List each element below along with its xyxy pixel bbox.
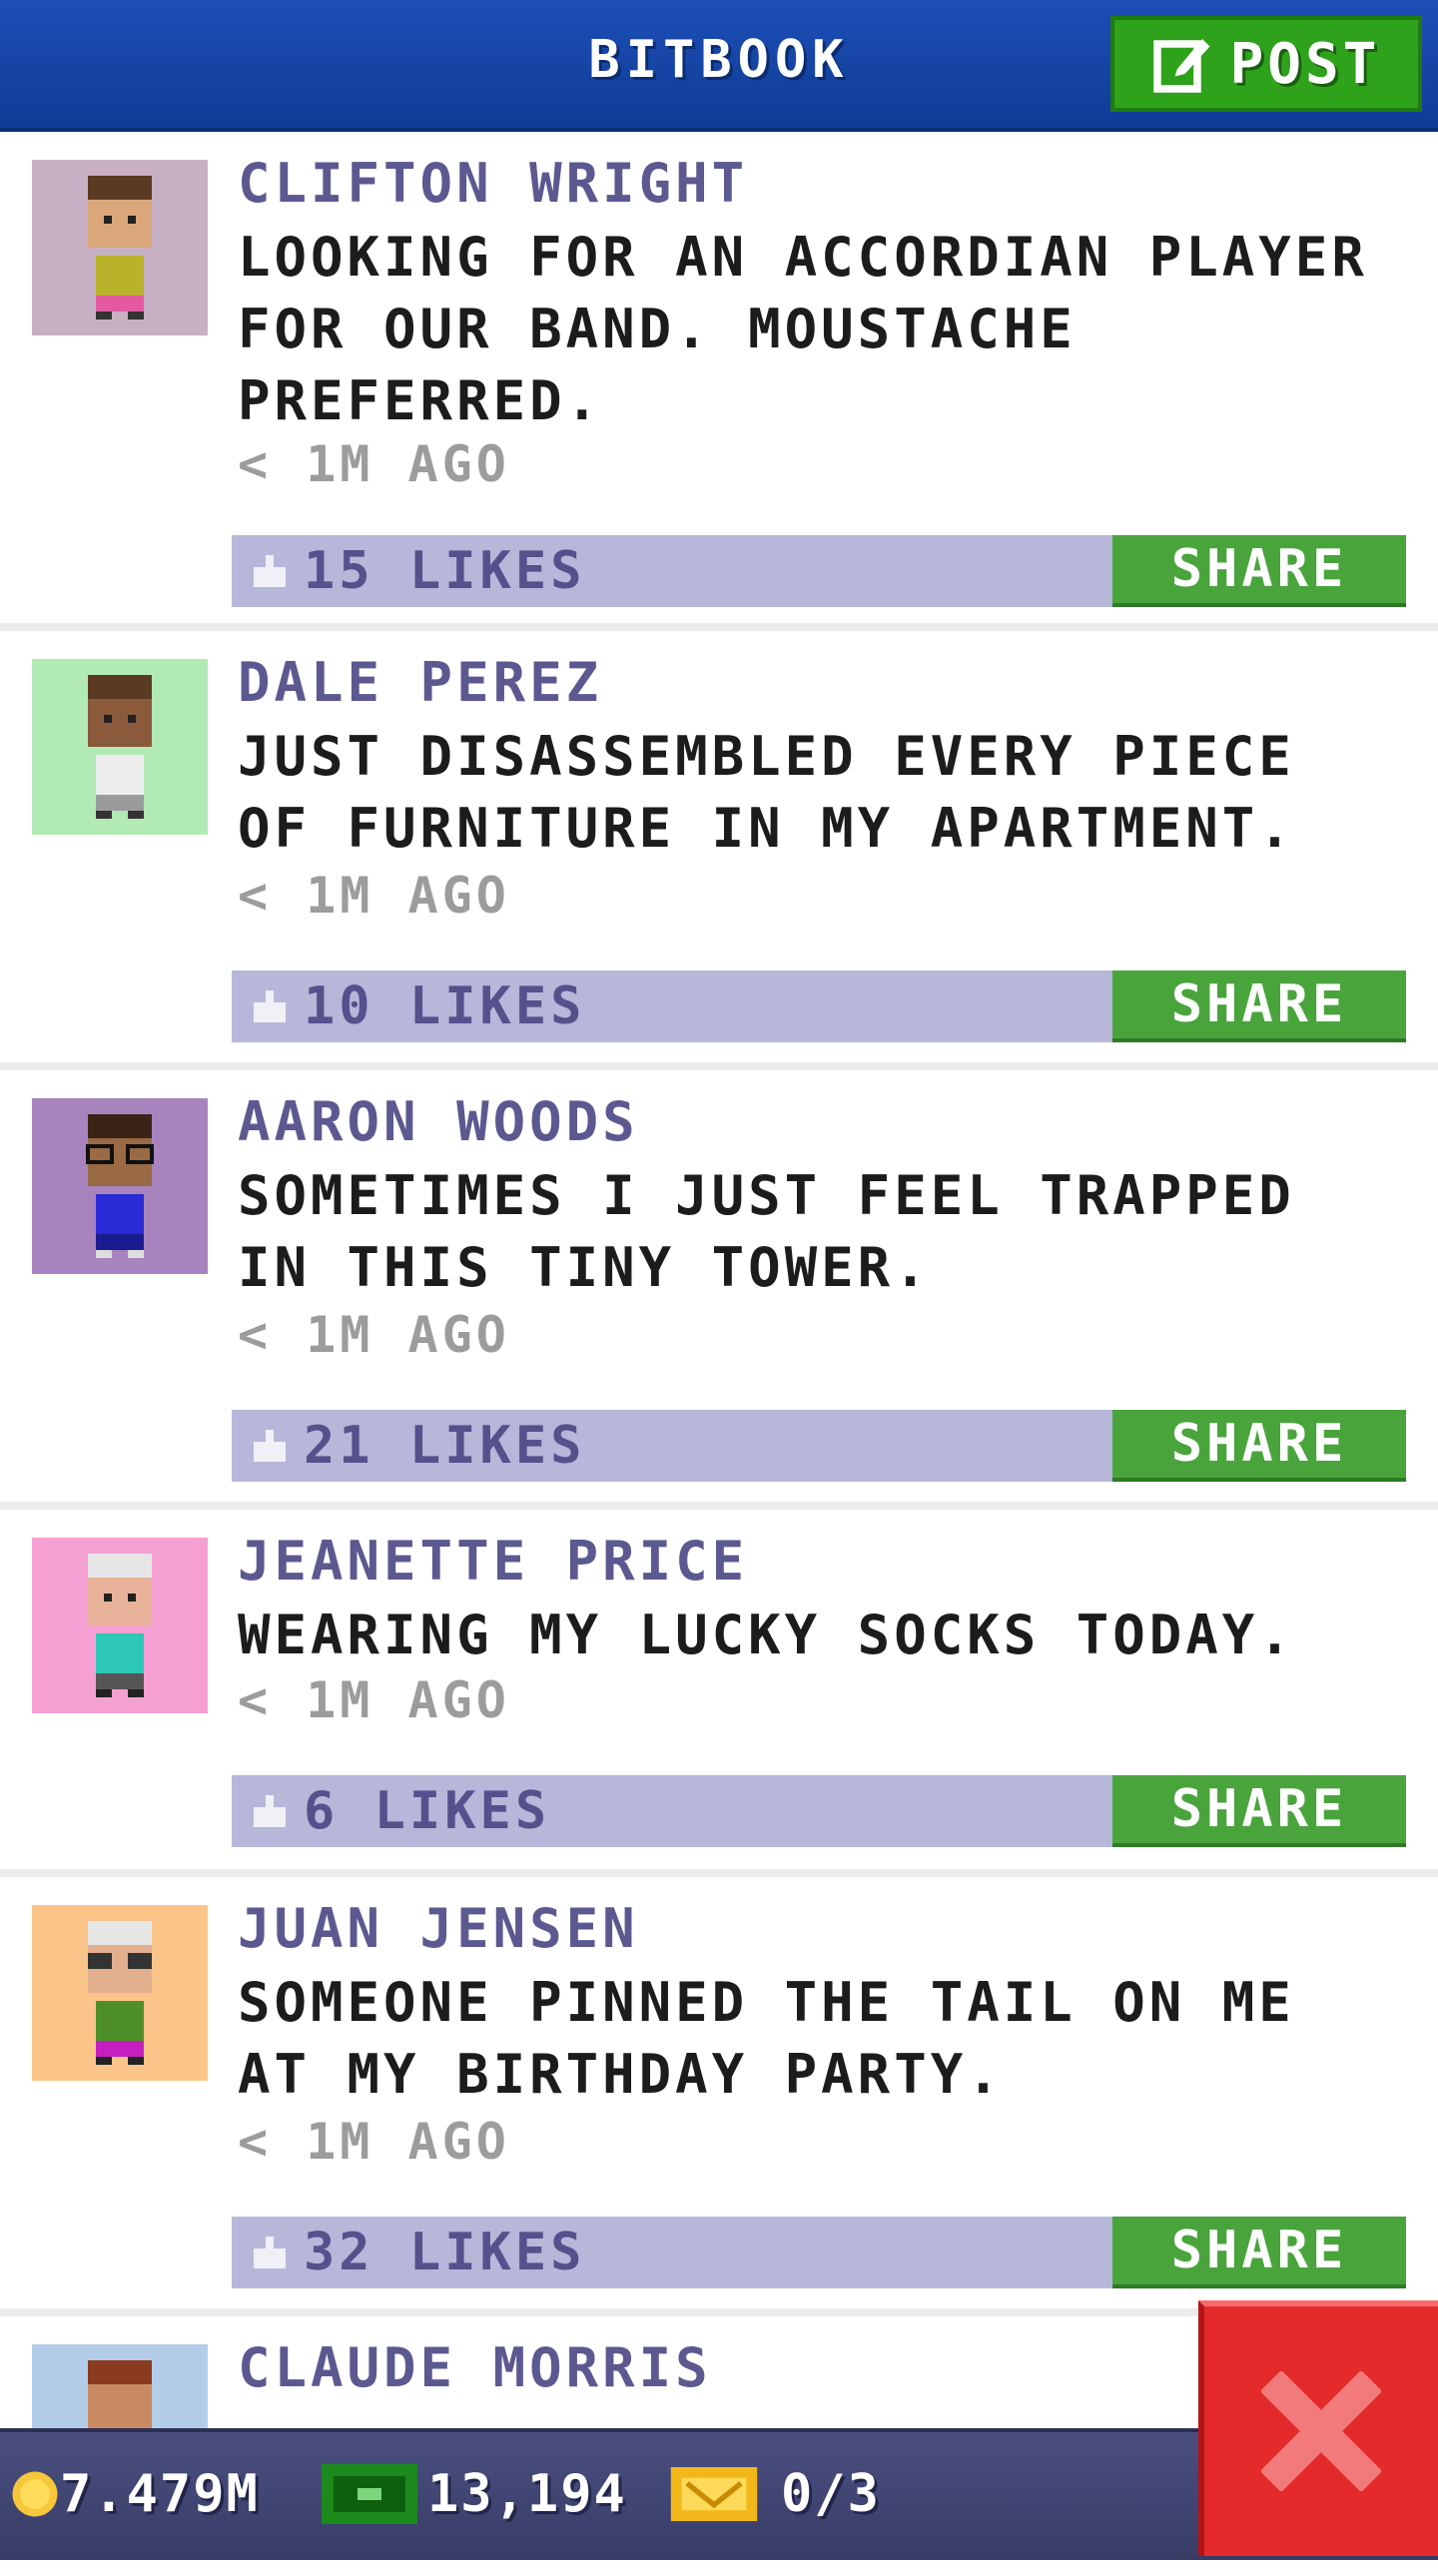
post-author[interactable]: DALE PEREZ [238, 651, 602, 714]
close-icon [1261, 2371, 1381, 2491]
post-author[interactable]: CLAUDE MORRIS [238, 2336, 712, 2399]
thumbs-up-icon[interactable] [250, 986, 290, 1026]
post-timestamp: < 1M AGO [238, 867, 510, 925]
like-count: 21 LIKES [304, 1416, 586, 1476]
like-bar: 15 LIKES SHARE [232, 535, 1406, 607]
feed-list: CLIFTON WRIGHT LOOKING FOR AN ACCORDIAN … [0, 132, 1438, 2576]
like-bar: 6 LIKES SHARE [232, 1775, 1406, 1847]
post-button[interactable]: POST [1110, 16, 1422, 112]
app-header: BITBOOK POST [0, 0, 1438, 132]
like-bar: 10 LIKES SHARE [232, 970, 1406, 1042]
post-message: SOMEONE PINNED THE TAIL ON ME AT MY BIRT… [238, 1971, 1295, 2106]
bux-counter[interactable]: 13,194 [322, 2462, 627, 2526]
avatar [32, 1538, 208, 1713]
post-timestamp: < 1M AGO [238, 1671, 510, 1729]
tickets-counter: 0/3 [669, 2462, 881, 2526]
avatar [32, 659, 208, 835]
like-bar: 32 LIKES SHARE [232, 2217, 1406, 2288]
avatar [32, 1098, 208, 1274]
post-timestamp: < 1M AGO [238, 1306, 510, 1364]
post-message: LOOKING FOR AN ACCORDIAN PLAYER FOR OUR … [238, 226, 1368, 432]
avatar [32, 160, 208, 335]
post-author[interactable]: AARON WOODS [238, 1090, 639, 1153]
post-author[interactable]: CLIFTON WRIGHT [238, 152, 748, 215]
share-button[interactable]: SHARE [1112, 970, 1406, 1042]
person-sprite [88, 1554, 152, 1697]
coins-value: 7.479M [60, 2464, 260, 2524]
avatar [32, 1905, 208, 2081]
person-sprite [88, 675, 152, 819]
like-count: 10 LIKES [304, 976, 586, 1036]
like-count: 32 LIKES [304, 2223, 586, 2282]
like-bar: 21 LIKES SHARE [232, 1410, 1406, 1482]
thumbs-up-icon[interactable] [250, 2233, 290, 2272]
share-button[interactable]: SHARE [1112, 2217, 1406, 2288]
bux-value: 13,194 [427, 2464, 627, 2524]
cash-icon [322, 2464, 417, 2524]
feed-post: CLIFTON WRIGHT LOOKING FOR AN ACCORDIAN … [0, 132, 1438, 631]
post-message: JUST DISASSEMBLED EVERY PIECE OF FURNITU… [238, 725, 1295, 860]
post-message: WEARING MY LUCKY SOCKS TODAY. [238, 1604, 1295, 1666]
post-button-label: POST [1229, 31, 1381, 97]
thumbs-up-icon[interactable] [250, 551, 290, 591]
person-sprite [86, 1114, 154, 1258]
post-timestamp: < 1M AGO [238, 2113, 510, 2171]
like-count: 15 LIKES [304, 541, 586, 601]
post-author[interactable]: JUAN JENSEN [238, 1897, 639, 1960]
close-button[interactable] [1198, 2300, 1438, 2556]
share-button[interactable]: SHARE [1112, 1775, 1406, 1847]
share-button[interactable]: SHARE [1112, 535, 1406, 607]
feed-post: JEANETTE PRICE WEARING MY LUCKY SOCKS TO… [0, 1510, 1438, 1877]
thumbs-up-icon[interactable] [250, 1791, 290, 1831]
person-sprite [88, 1921, 152, 2065]
coins-counter: 7.479M [10, 2462, 260, 2526]
feed-post: AARON WOODS SOMETIMES I JUST FEEL TRAPPE… [0, 1070, 1438, 1510]
ticket-icon [670, 2467, 758, 2521]
feed-post: JUAN JENSEN SOMEONE PINNED THE TAIL ON M… [0, 1877, 1438, 2316]
share-button[interactable]: SHARE [1112, 1410, 1406, 1482]
tickets-value: 0/3 [781, 2464, 881, 2524]
post-message: SOMETIMES I JUST FEEL TRAPPED IN THIS TI… [238, 1164, 1295, 1299]
edit-icon [1152, 39, 1210, 93]
coin-icon [12, 2471, 58, 2517]
like-count: 6 LIKES [304, 1781, 551, 1841]
person-sprite [88, 176, 152, 320]
feed-post: DALE PEREZ JUST DISASSEMBLED EVERY PIECE… [0, 631, 1438, 1070]
post-author[interactable]: JEANETTE PRICE [238, 1530, 748, 1593]
thumbs-up-icon[interactable] [250, 1426, 290, 1466]
post-timestamp: < 1M AGO [238, 435, 510, 493]
